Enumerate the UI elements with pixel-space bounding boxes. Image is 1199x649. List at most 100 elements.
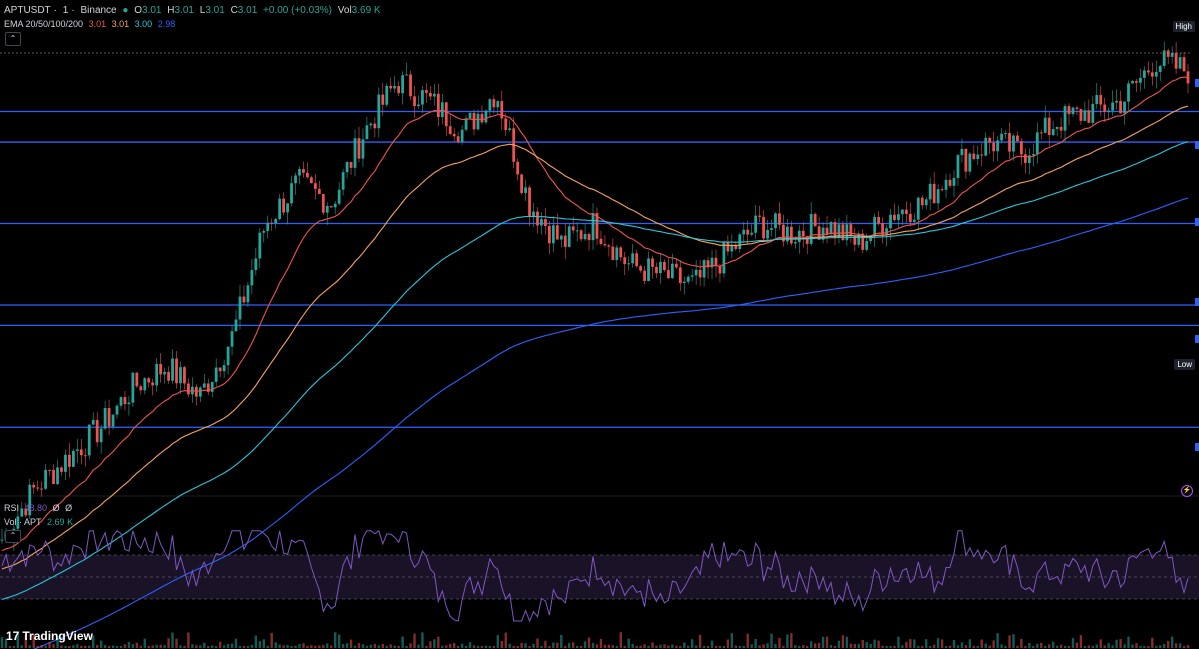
volume-bar xyxy=(861,639,864,648)
volume-bar xyxy=(936,638,940,648)
volume-bar xyxy=(1051,641,1055,648)
volume-bar xyxy=(1087,645,1091,648)
candle-body xyxy=(916,197,920,220)
tradingview-logo[interactable]: 17 TradingView xyxy=(6,629,93,643)
level-handle[interactable] xyxy=(1195,443,1199,451)
level-handle[interactable] xyxy=(1195,218,1199,226)
level-handle[interactable] xyxy=(1195,79,1199,87)
volume-bar xyxy=(480,645,484,648)
candle-body xyxy=(663,261,666,271)
volume-bar xyxy=(714,645,718,648)
candle-body xyxy=(71,450,75,467)
ema100-value: 3.00 xyxy=(134,19,153,29)
candle-body xyxy=(40,488,44,490)
volume-legend[interactable]: Vol · APT 2.69 K xyxy=(4,517,76,528)
volume-bar xyxy=(44,645,47,648)
symbol-legend[interactable]: APTUSDT · 1 · Binance ● O3.01 H3.01 L3.01 … xyxy=(4,5,384,16)
volume-bar xyxy=(774,644,777,648)
volume-bar xyxy=(540,645,543,648)
volume-bar xyxy=(1032,645,1035,648)
rsi-extra-1: Ø xyxy=(52,503,60,513)
candle-body xyxy=(218,367,222,372)
candle-body xyxy=(877,216,881,224)
candle-body xyxy=(674,263,678,268)
level-handle[interactable] xyxy=(1195,335,1199,343)
volume-bar xyxy=(405,645,408,648)
volume-bar xyxy=(357,642,361,648)
candle-body xyxy=(357,138,361,159)
candle-body xyxy=(924,199,928,206)
volume-bar xyxy=(456,645,460,648)
volume-bar xyxy=(270,632,273,648)
candle-body xyxy=(155,364,159,386)
volume-bar xyxy=(373,644,377,648)
volume-bar xyxy=(766,643,769,648)
volume-bar xyxy=(1020,638,1023,648)
interval-label[interactable]: 1 xyxy=(63,5,69,16)
price-chart[interactable] xyxy=(0,0,1199,649)
candle-body xyxy=(444,102,448,127)
volume-bar xyxy=(163,645,166,648)
candle-body xyxy=(1020,141,1023,155)
candle-body xyxy=(1166,50,1170,57)
candle-body xyxy=(682,281,686,284)
candle-body xyxy=(686,276,690,282)
volume-bar xyxy=(226,644,230,648)
collapse-indicators-button[interactable]: ⌃ xyxy=(5,530,21,543)
candle-body xyxy=(504,118,508,130)
volume-bar xyxy=(1000,644,1003,648)
candle-body xyxy=(555,225,559,240)
candle-body xyxy=(1107,110,1111,112)
volume-bar xyxy=(131,644,135,648)
candle-body xyxy=(282,198,286,213)
candle-body xyxy=(575,230,579,232)
rsi-legend[interactable]: RSI 48.80 Ø Ø xyxy=(4,503,75,514)
level-handle[interactable] xyxy=(1195,141,1199,149)
volume-bar xyxy=(155,644,158,648)
volume-bar xyxy=(377,645,381,648)
volume-bar xyxy=(913,639,916,648)
volume-bar xyxy=(758,645,761,648)
volume-bar xyxy=(306,645,309,648)
candle-body xyxy=(270,222,274,224)
candle-body xyxy=(115,405,119,415)
lightning-icon[interactable]: ⚡ xyxy=(1181,485,1193,497)
candle-body xyxy=(373,123,377,129)
vol-legend-label[interactable]: Vol · APT xyxy=(4,517,42,527)
candle-body xyxy=(452,133,456,137)
symbol-name[interactable]: APTUSDT xyxy=(4,5,51,16)
volume-bar xyxy=(1091,645,1095,648)
candle-body xyxy=(119,397,123,406)
volume-bar xyxy=(694,645,698,648)
candle-body xyxy=(127,402,131,405)
volume-bar xyxy=(1071,638,1075,648)
candle-body xyxy=(984,137,988,156)
candle-body xyxy=(801,230,805,237)
collapse-legend-button[interactable]: ⌃ xyxy=(5,32,21,46)
volume-bar xyxy=(310,645,313,648)
ema-legend-label[interactable]: EMA 20/50/100/200 xyxy=(4,19,83,29)
volume-bar xyxy=(1055,645,1059,648)
candle-body xyxy=(278,198,282,220)
volume-bar xyxy=(996,633,999,648)
ema-legend[interactable]: EMA 20/50/100/200 3.01 3.01 3.00 2.98 xyxy=(4,19,178,30)
high-label: H xyxy=(167,5,175,16)
candle-body xyxy=(385,85,389,105)
candle-body xyxy=(286,203,289,213)
rsi-label[interactable]: RSI xyxy=(4,503,19,513)
candle-body xyxy=(103,408,107,429)
volume-bar xyxy=(258,641,262,648)
change-value: +0.00 (+0.03%) xyxy=(263,5,332,16)
vol-legend-value: 2.69 K xyxy=(47,517,74,527)
level-handle[interactable] xyxy=(1195,298,1199,306)
candle-body xyxy=(639,266,643,271)
volume-bar xyxy=(738,645,741,648)
volume-bar xyxy=(238,645,242,648)
candle-body xyxy=(952,178,956,186)
volume-bar xyxy=(107,645,111,648)
volume-bar xyxy=(631,643,634,648)
volume-bar xyxy=(1008,635,1011,648)
candle-body xyxy=(1059,126,1063,131)
volume-bar xyxy=(88,645,91,648)
volume-bar xyxy=(786,634,789,648)
